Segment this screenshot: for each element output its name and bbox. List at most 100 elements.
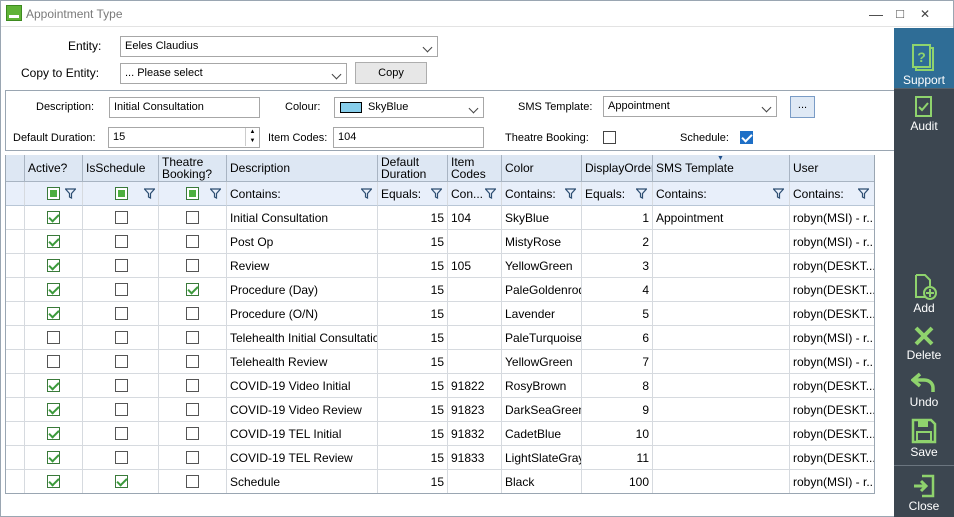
cell-order[interactable]: 8 (582, 374, 653, 398)
sms-template-browse-button[interactable]: ... (790, 96, 815, 118)
column-header-theatre-booking[interactable]: Theatre Booking? (159, 155, 227, 182)
cell-user[interactable]: robyn(DESKT... (790, 374, 874, 398)
cell-duration[interactable]: 15 (378, 326, 448, 350)
cell-order[interactable]: 6 (582, 326, 653, 350)
cell-description[interactable]: COVID-19 TEL Review (227, 446, 378, 470)
maximize-button[interactable]: □ (889, 4, 911, 24)
row-indicator[interactable] (6, 302, 25, 326)
filter-icon[interactable] (485, 188, 496, 199)
active-checkbox[interactable] (47, 379, 60, 392)
column-header-item-codes[interactable]: Item Codes (448, 155, 502, 182)
active-checkbox[interactable] (47, 475, 60, 488)
cell-color[interactable]: Lavender (502, 302, 582, 326)
cell-item[interactable] (448, 278, 502, 302)
schedule-checkbox[interactable] (115, 475, 128, 488)
cell-duration[interactable]: 15 (378, 422, 448, 446)
cell-order[interactable]: 100 (582, 470, 653, 493)
default-duration-input[interactable]: 15 ▲ ▼ (108, 127, 260, 148)
cell-item[interactable]: 105 (448, 254, 502, 278)
column-header-description[interactable]: Description (227, 155, 378, 182)
filter-theatre-booking[interactable] (159, 182, 227, 206)
cell-description[interactable]: Telehealth Initial Consultation (227, 326, 378, 350)
sms-template-combo[interactable]: Appointment (603, 96, 777, 117)
filter-icon[interactable] (858, 188, 869, 199)
filter-icon[interactable] (431, 188, 442, 199)
table-row[interactable]: Initial Consultation 15 104 SkyBlue 1 Appoint… (6, 206, 874, 230)
table-row[interactable]: Post Op 15 MistyRose 2 robyn(MSI) - r... (6, 230, 874, 254)
cell-color[interactable]: CadetBlue (502, 422, 582, 446)
filter-isschedule[interactable] (83, 182, 159, 206)
row-indicator[interactable] (6, 374, 25, 398)
cell-sms[interactable] (653, 398, 790, 422)
table-row[interactable]: Telehealth Initial Consultation 15 PaleTur… (6, 326, 874, 350)
cell-item[interactable] (448, 350, 502, 374)
cell-color[interactable]: Black (502, 470, 582, 493)
cell-description[interactable]: Schedule (227, 470, 378, 493)
active-checkbox[interactable] (47, 355, 60, 368)
filter-default-duration[interactable]: Equals: (378, 182, 448, 206)
cell-description[interactable]: Post Op (227, 230, 378, 254)
active-checkbox[interactable] (47, 283, 60, 296)
table-row[interactable]: Review 15 105 YellowGreen 3 robyn(DESKT... (6, 254, 874, 278)
cell-order[interactable]: 3 (582, 254, 653, 278)
table-row[interactable]: COVID-19 TEL Review 15 91833 LightSlateGray… (6, 446, 874, 470)
table-row[interactable]: Telehealth Review 15 YellowGreen 7 robyn(MSI… (6, 350, 874, 374)
filter-display-order[interactable]: Equals: (582, 182, 653, 206)
schedule-checkbox[interactable] (115, 331, 128, 344)
cell-item[interactable] (448, 302, 502, 326)
cell-order[interactable]: 4 (582, 278, 653, 302)
cell-item[interactable]: 91823 (448, 398, 502, 422)
filter-icon[interactable] (636, 188, 647, 199)
cell-user[interactable]: robyn(DESKT... (790, 398, 874, 422)
entity-combo[interactable]: Eeles Claudius (120, 36, 438, 57)
theatre-checkbox[interactable] (186, 211, 199, 224)
cell-order[interactable]: 9 (582, 398, 653, 422)
active-checkbox[interactable] (47, 211, 60, 224)
theatre-checkbox[interactable] (186, 475, 199, 488)
table-row[interactable]: COVID-19 Video Review 15 91823 DarkSeaGreen… (6, 398, 874, 422)
table-row[interactable]: COVID-19 TEL Initial 15 91832 CadetBlue 10 ro… (6, 422, 874, 446)
cell-color[interactable]: DarkSeaGreen (502, 398, 582, 422)
undo-button[interactable]: Undo (894, 372, 954, 409)
filter-active[interactable] (25, 182, 83, 206)
active-checkbox[interactable] (47, 427, 60, 440)
row-indicator[interactable] (6, 278, 25, 302)
schedule-checkbox[interactable] (115, 379, 128, 392)
copy-to-entity-combo[interactable]: ... Please select (120, 63, 347, 84)
cell-duration[interactable]: 15 (378, 278, 448, 302)
spin-down-icon[interactable]: ▼ (245, 137, 259, 146)
cell-sms[interactable] (653, 422, 790, 446)
cell-user[interactable]: robyn(MSI) - r... (790, 326, 874, 350)
cell-sms[interactable]: Appointment (653, 206, 790, 230)
theatre-checkbox[interactable] (186, 427, 199, 440)
column-header-active[interactable]: Active? (25, 155, 83, 182)
column-header-default-duration[interactable]: Default Duration (378, 155, 448, 182)
cell-order[interactable]: 11 (582, 446, 653, 470)
cell-sms[interactable] (653, 350, 790, 374)
cell-duration[interactable]: 15 (378, 398, 448, 422)
filter-color[interactable]: Contains: (502, 182, 582, 206)
cell-user[interactable]: robyn(DESKT... (790, 302, 874, 326)
table-row[interactable]: Procedure (O/N) 15 Lavender 5 robyn(DESKT... (6, 302, 874, 326)
filter-checkbox[interactable] (115, 187, 128, 200)
column-header-isschedule[interactable]: IsSchedule (83, 155, 159, 182)
cell-duration[interactable]: 15 (378, 254, 448, 278)
cell-description[interactable]: Telehealth Review (227, 350, 378, 374)
filter-icon[interactable] (773, 188, 784, 199)
theatre-checkbox[interactable] (186, 307, 199, 320)
schedule-checkbox[interactable] (115, 355, 128, 368)
cell-color[interactable]: YellowGreen (502, 254, 582, 278)
copy-button[interactable]: Copy (355, 62, 427, 84)
cell-user[interactable]: robyn(DESKT... (790, 422, 874, 446)
active-checkbox[interactable] (47, 235, 60, 248)
close-window-button[interactable]: ✕ (914, 4, 936, 24)
cell-duration[interactable]: 15 (378, 470, 448, 493)
audit-button[interactable]: Audit (894, 96, 954, 133)
theatre-booking-checkbox[interactable] (603, 131, 616, 144)
cell-sms[interactable] (653, 254, 790, 278)
theatre-checkbox[interactable] (186, 283, 199, 296)
cell-sms[interactable] (653, 374, 790, 398)
cell-order[interactable]: 10 (582, 422, 653, 446)
cell-description[interactable]: Procedure (O/N) (227, 302, 378, 326)
filter-checkbox[interactable] (186, 187, 199, 200)
